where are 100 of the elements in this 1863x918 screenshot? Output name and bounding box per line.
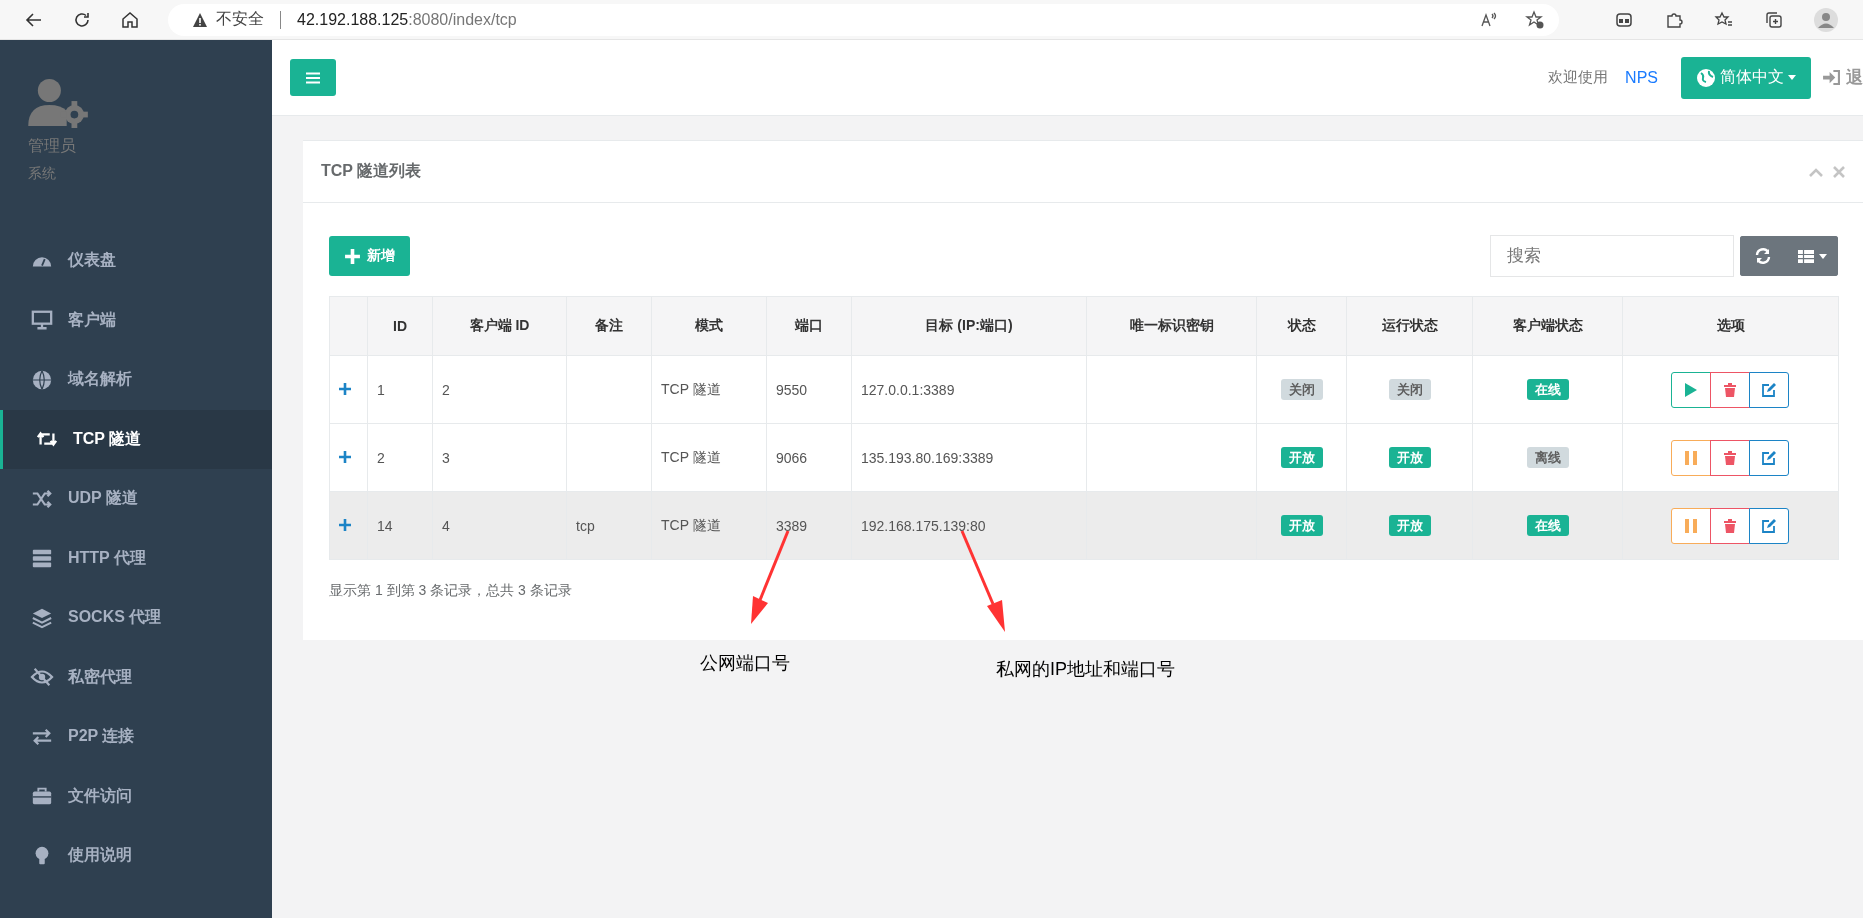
annotation-text: 私网的IP地址和端口号 [996, 658, 1175, 681]
home-icon[interactable] [120, 9, 140, 30]
eye-slash-icon [30, 666, 54, 689]
table-cell: TCP 隧道 [661, 380, 721, 397]
sidebar-item[interactable]: 仪表盘 [0, 231, 272, 291]
profile-avatar-icon[interactable] [1814, 7, 1838, 32]
language-button[interactable]: 简体中文 [1681, 56, 1811, 99]
pause-icon [1685, 450, 1697, 465]
panel-title: TCP 隧道列表 [321, 161, 422, 181]
table-cell: 3389 [776, 517, 808, 534]
brand-link[interactable]: NPS [1625, 68, 1658, 87]
pause-button[interactable] [1671, 439, 1711, 476]
url-text: 42.192.188.125:8080/index/tcp [297, 10, 518, 29]
edit-icon [1762, 450, 1776, 465]
caret-icon [1788, 75, 1796, 80]
edit-button[interactable] [1749, 371, 1789, 408]
column-header: 端口 [766, 296, 852, 356]
logout-link[interactable]: 退 [1823, 66, 1863, 89]
table-cell: 192.168.175.139:80 [861, 517, 986, 534]
layers-icon [30, 606, 54, 629]
admin-user-gear-icon [28, 78, 90, 128]
table-cell: 127.0.0.1:3389 [861, 381, 955, 398]
table-cell: 3 [442, 449, 450, 466]
table-cell: 2 [442, 381, 450, 398]
table-cell: tcp [576, 517, 595, 534]
sidebar-item[interactable]: TCP 隧道 [0, 409, 272, 469]
sidebar-item[interactable]: 文件访问 [0, 766, 272, 826]
trash-icon [1724, 382, 1736, 397]
column-header: 运行状态 [1346, 296, 1473, 356]
expand-plus-icon[interactable] [339, 450, 351, 463]
trash-icon [1724, 518, 1736, 533]
column-header: 客户端 ID [432, 296, 567, 356]
status-badge: 在线 [1526, 514, 1569, 536]
add-button[interactable]: 新增 [329, 236, 410, 276]
status-badge: 开放 [1388, 446, 1431, 468]
column-header: 备注 [566, 296, 652, 356]
globe-icon [1696, 67, 1716, 88]
record-count-text: 显示第 1 到第 3 条记录，总共 3 条记录 [329, 582, 573, 600]
table-cell: 1 [377, 381, 385, 398]
menu-icon [306, 71, 320, 84]
start-button[interactable] [1671, 371, 1711, 408]
user-name: 管理员 [28, 136, 77, 156]
sign-in-icon [1823, 70, 1840, 85]
sidebar-item[interactable]: 使用说明 [0, 826, 272, 886]
edit-icon [1762, 382, 1776, 397]
user-role: 系统 [28, 165, 57, 183]
column-header: 模式 [651, 296, 767, 356]
column-header: 唯一标识密钥 [1086, 296, 1257, 356]
table-cell: 4 [442, 517, 450, 534]
sidebar-item[interactable]: 私密代理 [0, 647, 272, 707]
table-cell: 14 [377, 517, 393, 534]
sidebar-item[interactable]: SOCKS 代理 [0, 588, 272, 648]
welcome-text: 欢迎使用 [1548, 68, 1609, 87]
edit-icon [1762, 518, 1776, 533]
security-label: 不安全 [216, 9, 264, 29]
pause-icon [1685, 518, 1697, 533]
table-cell: 9066 [776, 449, 808, 466]
delete-button[interactable] [1710, 439, 1750, 476]
refresh-icon [1755, 248, 1771, 264]
annotation-text: 公网端口号 [700, 652, 790, 675]
address-bar[interactable]: 不安全 42.192.188.125:8080/index/tcp [168, 3, 1559, 36]
status-badge: 关闭 [1280, 378, 1323, 400]
warning-icon [192, 11, 208, 28]
caret-icon [1818, 253, 1827, 259]
table-icon [1797, 249, 1814, 263]
table-cell: 2 [377, 449, 385, 466]
sidebar-item[interactable]: P2P 连接 [0, 707, 272, 767]
pause-button[interactable] [1671, 507, 1711, 544]
column-header: 客户端状态 [1472, 296, 1623, 356]
edit-button[interactable] [1749, 507, 1789, 544]
column-header: ID [367, 296, 433, 356]
globe-icon [30, 368, 54, 391]
status-badge: 开放 [1280, 514, 1323, 536]
trash-icon [1724, 450, 1736, 465]
monitor-icon [30, 309, 54, 332]
expand-plus-icon[interactable] [339, 518, 351, 531]
play-icon [1685, 382, 1697, 397]
delete-button[interactable] [1710, 507, 1750, 544]
favorite-add-icon[interactable] [1525, 9, 1545, 30]
shuffle-icon [30, 487, 54, 510]
sidebar-item[interactable]: HTTP 代理 [0, 528, 272, 588]
table-cell: TCP 隧道 [661, 516, 721, 533]
menu-button[interactable] [290, 59, 336, 96]
search-field[interactable]: 搜索 [1490, 235, 1734, 277]
table-cell: 135.193.80.169:3389 [861, 449, 994, 466]
edit-button[interactable] [1749, 439, 1789, 476]
status-badge: 关闭 [1388, 378, 1431, 400]
sidebar-item[interactable]: UDP 隧道 [0, 469, 272, 529]
sidebar-item[interactable]: 客户端 [0, 290, 272, 350]
expand-plus-icon[interactable] [339, 382, 351, 395]
delete-button[interactable] [1710, 371, 1750, 408]
column-header: 选项 [1622, 296, 1839, 356]
collections-icon[interactable] [1764, 9, 1784, 30]
table-cell: TCP 隧道 [661, 448, 721, 465]
table-cell: 9550 [776, 381, 808, 398]
status-badge: 在线 [1526, 378, 1569, 400]
column-header: 状态 [1256, 296, 1347, 356]
sidebar-item[interactable]: 域名解析 [0, 350, 272, 410]
status-badge: 开放 [1280, 446, 1323, 468]
status-badge: 开放 [1388, 514, 1431, 536]
